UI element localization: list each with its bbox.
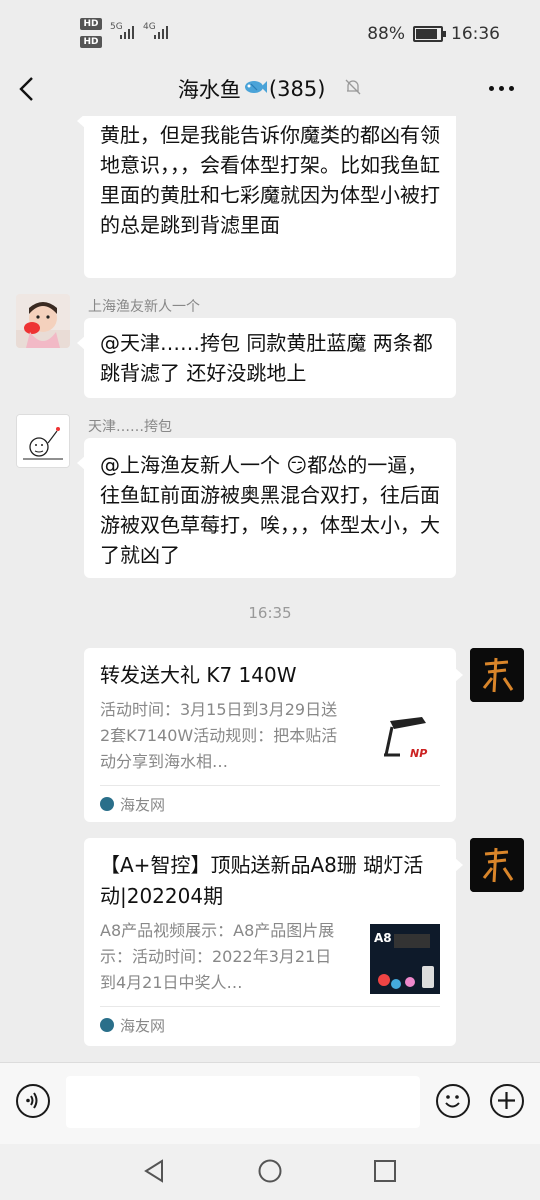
more-dots-icon[interactable] (489, 86, 514, 91)
back-triangle-icon[interactable] (142, 1158, 168, 1184)
plus-icon[interactable] (490, 1084, 524, 1118)
avatar[interactable] (16, 294, 70, 348)
home-circle-icon[interactable] (257, 1158, 283, 1184)
chat-header: 海水鱼 (385) (0, 64, 540, 116)
message-text: 黄肚，但是我能告诉你魔类的都凶有领地意识，，，会看体型打架。比如我鱼缸里面的黄肚… (100, 123, 440, 237)
recents-square-icon[interactable] (372, 1158, 398, 1184)
fish-emoji-icon (243, 77, 267, 101)
card-source: 海友网 (100, 785, 440, 822)
source-logo-icon (100, 797, 114, 811)
card-description: A8产品视频展示：A8产品图片展示：活动时间：2022年3月21日到4月21日中… (100, 921, 335, 992)
message-bubble[interactable]: @上海渔友新人一个 😏都怂的一逼，往鱼缸前面游被奥黑混合双打，往后面游被双色草莓… (77, 438, 456, 578)
link-card[interactable]: 【A+智控】顶贴送新品A8珊 瑚灯活动|202204期 A8产品视频展示：A8产… (84, 838, 463, 1046)
mute-bell-icon (344, 77, 362, 101)
thumb-logo-text: NP (410, 747, 427, 760)
card-source: 海友网 (100, 1006, 440, 1043)
sender-name: 上海渔友新人一个 (88, 299, 200, 315)
input-bar (0, 1062, 540, 1145)
timestamp: 16:35 (248, 604, 292, 622)
card-title: 转发送大礼 K7 140W (100, 663, 297, 687)
link-card[interactable]: 转发送大礼 K7 140W 活动时间：3月15日到3月29日送2套K7140W活… (84, 648, 463, 822)
signal-bars-icon (120, 26, 134, 39)
group-name: 海水鱼 (177, 78, 241, 102)
battery-fill (416, 29, 437, 39)
member-count: (385) (268, 77, 326, 101)
sender-name: 天津……挎包 (88, 419, 172, 435)
message-text: @天津……挎包 同款黄肚蓝魔 两条都跳背滤了 还好没跳地上 (100, 331, 433, 385)
card-thumbnail: A8 (370, 924, 440, 994)
message-text: @上海渔友新人一个 😏都怂的一逼，往鱼缸前面游被奥黑混合双打，往后面游被双色草莓… (100, 453, 440, 567)
message-bubble[interactable]: @天津……挎包 同款黄肚蓝魔 两条都跳背滤了 还好没跳地上 (77, 318, 456, 398)
source-name: 海友网 (120, 795, 166, 814)
voice-icon[interactable] (16, 1084, 50, 1118)
emoji-icon[interactable] (436, 1084, 470, 1118)
signal-indicators: HD HD 5G 4G (80, 18, 180, 50)
status-bar: HD HD 5G 4G 88% 16:36 (0, 0, 540, 64)
hd-badge: HD (80, 18, 102, 30)
avatar[interactable] (470, 648, 524, 702)
card-description: 活动时间：3月15日到3月29日送2套K7140W活动规则：把本贴活动分享到海水… (100, 700, 338, 771)
message-bubble[interactable]: 黄肚，但是我能告诉你魔类的都凶有领地意识，，，会看体型打架。比如我鱼缸里面的黄肚… (77, 116, 456, 278)
avatar[interactable] (16, 414, 70, 468)
signal-bars-icon (154, 26, 168, 39)
message-list[interactable]: 黄肚，但是我能告诉你魔类的都凶有领地意识，，，会看体型打架。比如我鱼缸里面的黄肚… (0, 116, 540, 1062)
thumb-logo-text: A8 (374, 931, 392, 945)
battery-percent: 88% (367, 24, 405, 44)
chat-title[interactable]: 海水鱼 (385) (0, 74, 540, 104)
source-logo-icon (100, 1018, 114, 1032)
battery-icon (413, 26, 446, 42)
message-input[interactable] (66, 1076, 420, 1128)
source-name: 海友网 (120, 1016, 166, 1035)
clock: 16:36 (451, 24, 500, 44)
system-nav-bar (0, 1144, 540, 1200)
status-right: 88% 16:36 (367, 24, 500, 44)
card-title: 【A+智控】顶贴送新品A8珊 瑚灯活动|202204期 (100, 853, 424, 908)
card-thumbnail: NP (370, 703, 440, 773)
hd-badge: HD (80, 36, 102, 48)
avatar[interactable] (470, 838, 524, 892)
